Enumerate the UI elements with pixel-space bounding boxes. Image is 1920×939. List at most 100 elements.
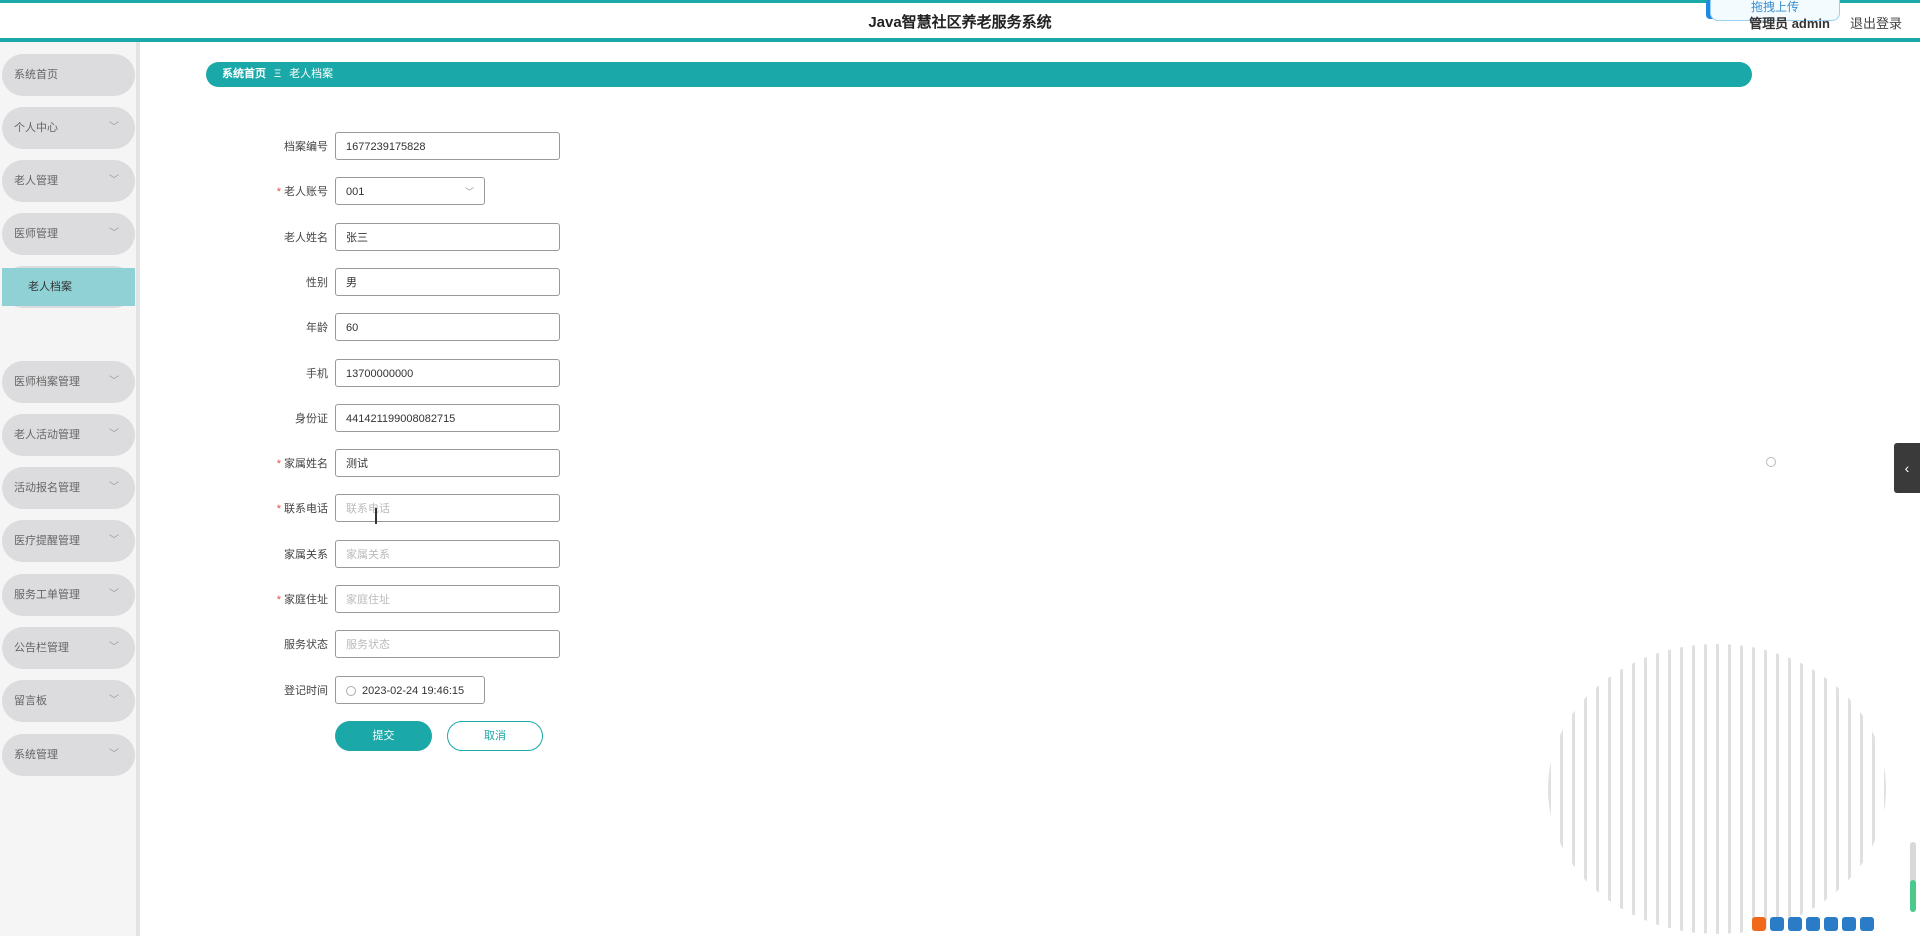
datetime-input[interactable]: 2023-02-24 19:46:15	[335, 676, 485, 704]
field-label: 手机	[260, 359, 328, 389]
tray-keyboard-icon[interactable]	[1824, 917, 1838, 931]
breadcrumb-separator: Ξ	[274, 68, 282, 80]
chevron-down-icon: ﹀	[464, 187, 474, 197]
chevron-down-icon: ﹀	[109, 749, 119, 760]
tray-network-icon[interactable]	[1842, 917, 1856, 931]
sidebar-item[interactable]: 医师档案管理 ﹀	[2, 361, 135, 403]
text-input[interactable]: 服务状态	[335, 630, 560, 658]
input-value: 2023-02-24 19:46:15	[362, 685, 465, 697]
field-label-text: 年龄	[306, 322, 328, 334]
text-input[interactable]: 男	[335, 268, 560, 296]
sidebar-item[interactable]: 活动报名管理 ﹀	[2, 467, 135, 509]
sidebar-item[interactable]: 医师管理 ﹀	[2, 213, 135, 255]
sidebar-item[interactable]: 留言板 ﹀	[2, 680, 135, 722]
sidebar-item-label: 医疗提醒管理	[14, 535, 80, 547]
chevron-down-icon: ﹀	[109, 642, 119, 653]
sidebar-item[interactable]: 老人活动管理 ﹀	[2, 414, 135, 456]
input-value: 001	[346, 186, 365, 198]
input-placeholder: 联系电话	[346, 503, 390, 515]
field-label-text: 性别	[306, 277, 328, 289]
top-header: Java智慧社区养老服务系统 ∞ 拖拽上传 管理员 admin 退出登录	[0, 0, 1920, 42]
input-value: 张三	[346, 232, 368, 244]
tray-app-icon[interactable]	[1752, 917, 1766, 931]
input-value: 13700000000	[346, 368, 414, 380]
field-label: * 老人账号	[260, 177, 328, 207]
text-input[interactable]: 1677239175828	[335, 132, 560, 160]
text-input[interactable]: 13700000000	[335, 359, 560, 387]
field-label-text: 服务状态	[284, 639, 328, 651]
text-input[interactable]: 家属关系	[335, 540, 560, 568]
text-cursor	[375, 508, 377, 524]
breadcrumb-home[interactable]: 系统首页	[222, 68, 266, 80]
field-label: * 联系电话	[260, 494, 328, 524]
submit-button[interactable]: 提交	[335, 721, 432, 751]
sidebar-item[interactable]: 公告栏管理 ﹀	[2, 627, 135, 669]
field-label: 服务状态	[260, 630, 328, 660]
tray-moon-icon[interactable]	[1788, 917, 1802, 931]
sidebar-item-label: 医师档案管理	[14, 376, 80, 388]
text-input[interactable]: 60	[335, 313, 560, 341]
sidebar-item[interactable]: 个人中心 ﹀	[2, 107, 135, 149]
sidebar-item-label: 老人活动管理	[14, 429, 80, 441]
sidebar-subitem-elder-archive[interactable]: 老人档案	[2, 268, 135, 306]
sidebar-item-label: 留言板	[14, 695, 47, 707]
chevron-left-icon: ‹	[1904, 460, 1910, 476]
field-label-text: 手机	[306, 368, 328, 380]
field-label-text: 老人姓名	[284, 232, 328, 244]
chevron-down-icon: ﹀	[109, 535, 119, 546]
field-label-text: 登记时间	[284, 685, 328, 697]
sidebar-item[interactable]: 系统管理 ﹀	[2, 734, 135, 776]
breadcrumb-current: 老人档案	[289, 68, 334, 80]
sidebar-item-label: 老人管理	[14, 175, 58, 187]
field-label-text: 家属姓名	[284, 458, 328, 470]
text-input[interactable]: 家庭住址	[335, 585, 560, 613]
text-input[interactable]: 测试	[335, 449, 560, 477]
chevron-down-icon: ﹀	[109, 376, 119, 387]
field-label: 性别	[260, 268, 328, 298]
current-user: 管理员 admin	[1749, 16, 1830, 31]
field-label: 登记时间	[260, 676, 328, 706]
sidebar-item-label: 系统首页	[14, 69, 58, 81]
input-placeholder: 家庭住址	[346, 594, 390, 606]
sidebar-item[interactable]: 系统首页	[2, 54, 135, 96]
sidebar-item-label: 个人中心	[14, 122, 58, 134]
clock-icon	[346, 686, 356, 697]
input-value: 男	[346, 277, 357, 289]
chevron-down-icon: ﹀	[109, 429, 119, 440]
sidebar-item[interactable]: 服务工单管理 ﹀	[2, 574, 135, 616]
sidebar-item[interactable]: 老人管理 ﹀	[2, 160, 135, 202]
input-value: 60	[346, 322, 359, 334]
text-input[interactable]: 张三	[335, 223, 560, 251]
text-input[interactable]: 441421199008082715	[335, 404, 560, 432]
sidebar-item-label: 服务工单管理	[14, 589, 80, 601]
account-select[interactable]: 001 ﹀	[335, 177, 485, 205]
collapse-tab-button[interactable]: ‹	[1894, 443, 1920, 493]
text-input[interactable]: 联系电话	[335, 494, 560, 522]
chevron-down-icon: ﹀	[109, 122, 119, 133]
field-label-text: 身份证	[295, 413, 328, 425]
logout-link[interactable]: 退出登录	[1850, 13, 1902, 32]
sidebar-item[interactable]: 医疗提醒管理 ﹀	[2, 520, 135, 562]
tray-battery-icon[interactable]	[1806, 917, 1820, 931]
chevron-down-icon: ﹀	[109, 228, 119, 239]
field-label: 老人姓名	[260, 223, 328, 253]
field-label: * 家属姓名	[260, 449, 328, 479]
tray-tool-icon[interactable]	[1860, 917, 1874, 931]
required-marker: *	[276, 503, 281, 515]
sidebar-item-label: 医师管理	[14, 228, 58, 240]
required-marker: *	[276, 186, 281, 198]
input-placeholder: 家属关系	[346, 549, 390, 561]
chevron-down-icon: ﹀	[109, 589, 119, 600]
cancel-button[interactable]: 取消	[447, 721, 543, 751]
field-label: 身份证	[260, 404, 328, 434]
input-value: 测试	[346, 458, 368, 470]
tray-input-icon[interactable]	[1770, 917, 1784, 931]
target-icon	[1766, 457, 1776, 467]
field-label: 档案编号	[260, 132, 328, 162]
field-label-text: 老人账号	[284, 186, 328, 198]
breadcrumb: 系统首页 Ξ 老人档案	[206, 62, 1752, 87]
decorative-globe	[1548, 644, 1886, 934]
scroll-thumb[interactable]	[1910, 880, 1916, 912]
field-label: 家属关系	[260, 540, 328, 570]
system-tray	[1750, 914, 1920, 936]
